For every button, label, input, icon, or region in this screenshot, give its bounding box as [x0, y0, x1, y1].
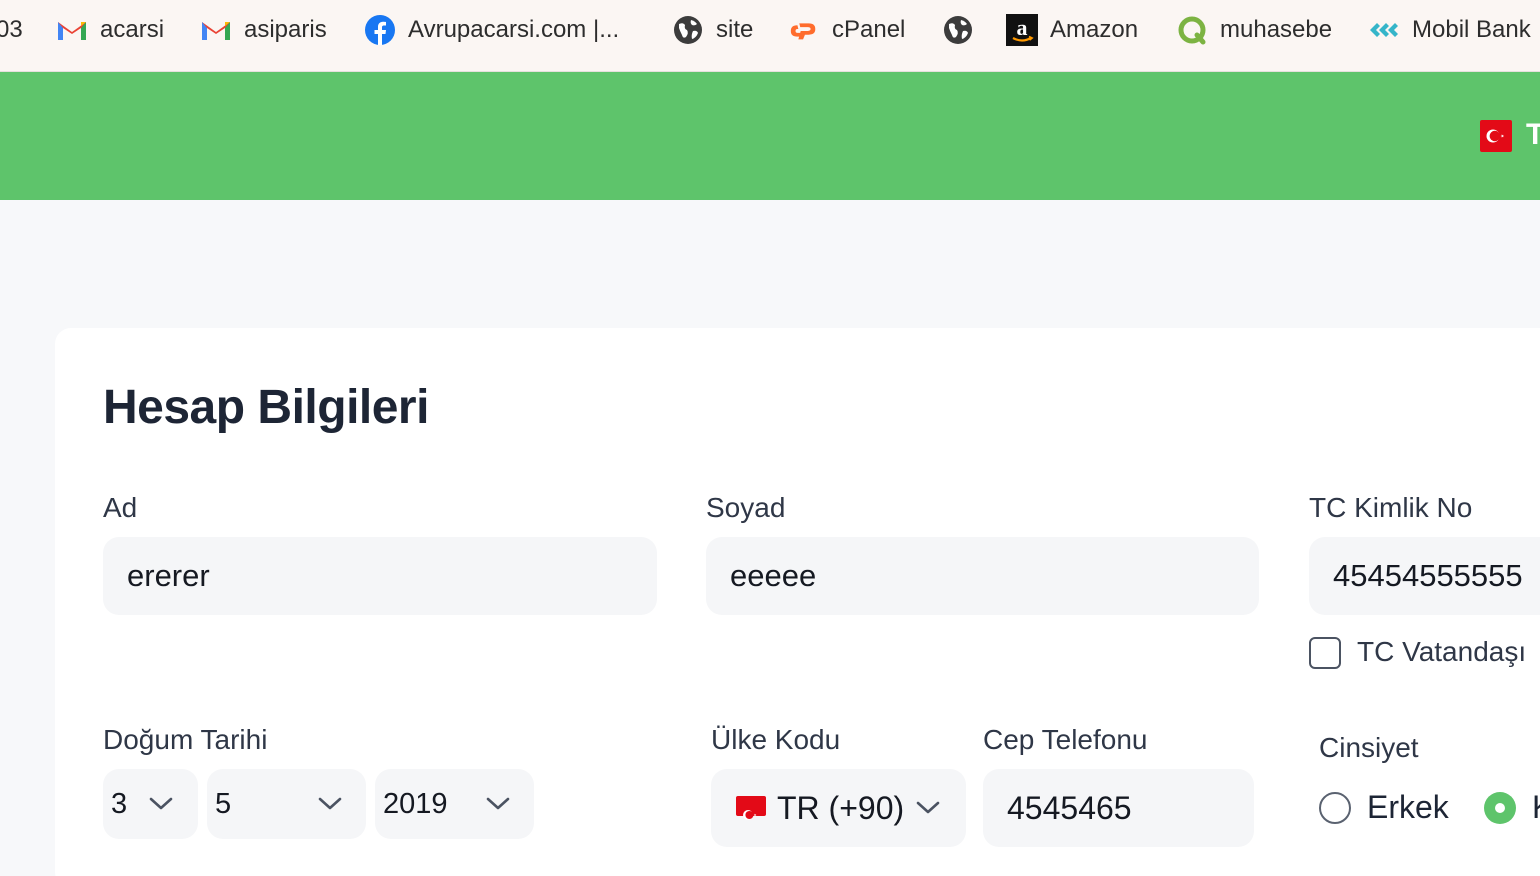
bookmark-label: asiparis: [244, 16, 327, 43]
bookmark-amazon[interactable]: a Amazon: [1006, 14, 1138, 46]
phone-input[interactable]: 4545465: [983, 769, 1254, 847]
svg-text:a: a: [1017, 15, 1028, 40]
country-code-select[interactable]: TR (+90): [711, 769, 966, 847]
bookmark-label: acarsi: [100, 16, 165, 43]
gender-female-label: K: [1532, 789, 1540, 826]
muhasebe-icon: [1176, 14, 1208, 46]
last-name-input[interactable]: eeeee: [706, 537, 1259, 615]
bookmark-label: Avrupacarsi.com |...: [408, 16, 620, 43]
birth-year-value: 2019: [383, 787, 448, 820]
bookmark-label: cPanel: [832, 16, 906, 43]
bookmark-label: 03: [0, 16, 23, 43]
tc-citizen-label: TC Vatandaşı: [1357, 636, 1527, 667]
phone-label: Cep Telefonu: [983, 724, 1148, 755]
bookmark-muhasebe[interactable]: muhasebe: [1176, 14, 1332, 46]
chevron-down-icon: [149, 797, 173, 810]
gender-female-radio[interactable]: [1484, 792, 1516, 824]
turkey-flag-icon[interactable]: [1480, 120, 1512, 152]
bookmark-label: site: [716, 16, 754, 43]
language-selector[interactable]: T: [1526, 118, 1540, 152]
bookmark-label: muhasebe: [1220, 16, 1333, 43]
bookmark-label: Amazon: [1050, 16, 1139, 43]
birth-month-select[interactable]: 5: [207, 769, 366, 839]
country-code-value: TR (+90): [777, 789, 905, 826]
bookmark-globe[interactable]: [942, 14, 986, 46]
first-name-label: Ad: [103, 492, 138, 523]
site-header: T: [0, 72, 1540, 200]
chevron-down-icon: [318, 797, 342, 810]
bookmark-site[interactable]: site: [672, 14, 753, 46]
gender-male-label: Erkek: [1367, 789, 1449, 825]
birth-date-label: Doğum Tarihi: [103, 724, 268, 755]
globe-icon: [672, 14, 704, 46]
globe-icon: [942, 14, 974, 46]
tc-citizen-checkbox[interactable]: [1309, 637, 1341, 669]
chevron-down-icon: [486, 797, 510, 810]
gmail-icon: [56, 14, 88, 46]
bookmark-partial[interactable]: 03: [0, 14, 23, 46]
page-title: Hesap Bilgileri: [103, 381, 429, 434]
bookmark-avrupacarsi[interactable]: Avrupacarsi.com |...: [364, 14, 619, 46]
chevron-down-icon: [916, 801, 940, 814]
bookmark-acarsi[interactable]: acarsi: [56, 14, 164, 46]
facebook-icon: [364, 14, 396, 46]
turkey-flag-icon: [736, 796, 766, 820]
bookmark-mobil-bank[interactable]: Mobil Bank: [1368, 14, 1531, 46]
birth-day-select[interactable]: 3: [103, 769, 198, 839]
birth-year-select[interactable]: 2019: [375, 769, 534, 839]
gender-label: Cinsiyet: [1319, 732, 1419, 763]
bookmark-asiparis[interactable]: asiparis: [200, 14, 327, 46]
mobil-bank-icon: [1368, 14, 1400, 46]
gender-male-radio[interactable]: [1319, 792, 1351, 824]
tc-no-label: TC Kimlik No: [1309, 492, 1473, 523]
bookmark-label: Mobil Bank: [1412, 16, 1531, 43]
birth-day-value: 3: [111, 787, 128, 820]
bookmarks-bar: 03 acarsi asiparis Avrupacarsi.com |... …: [0, 0, 1540, 72]
bookmark-cpanel[interactable]: cPanel: [788, 14, 905, 46]
amazon-icon: a: [1006, 14, 1038, 46]
gmail-icon: [200, 14, 232, 46]
tc-no-value: 45454555555: [1333, 558, 1523, 593]
birth-month-value: 5: [215, 787, 232, 820]
tc-no-input[interactable]: 45454555555: [1309, 537, 1540, 615]
last-name-label: Soyad: [706, 492, 786, 523]
first-name-input[interactable]: ererer: [103, 537, 657, 615]
cpanel-icon: [788, 14, 820, 46]
country-code-label: Ülke Kodu: [711, 724, 841, 755]
